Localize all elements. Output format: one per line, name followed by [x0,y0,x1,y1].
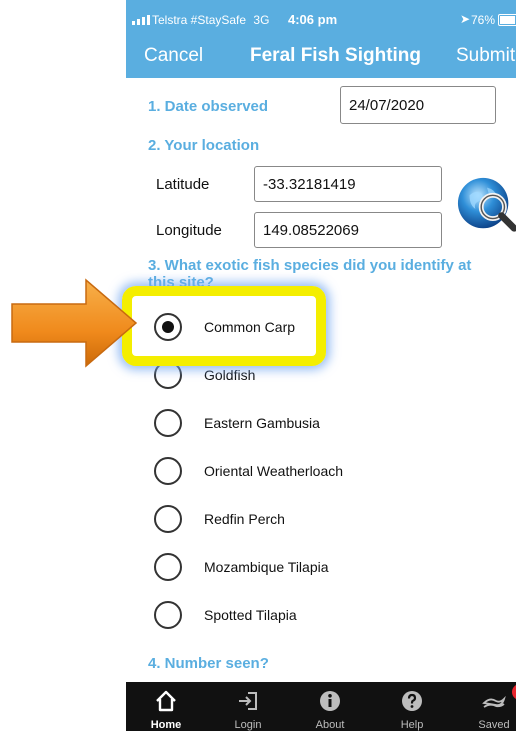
saved-icon [482,695,506,708]
species-option-label: Redfin Perch [204,511,285,527]
globe-search-icon[interactable] [456,174,516,236]
species-option-eastern-gambusia[interactable]: Eastern Gambusia [154,404,414,444]
number-seen-heading: 4. Number seen? [148,655,269,672]
location-section-heading: 2. Your location [148,137,260,154]
pointer-arrow-icon [11,278,138,368]
tab-saved[interactable]: 1 Saved [456,682,516,731]
tab-label: Saved [478,719,510,731]
species-option-label: Mozambique Tilapia [204,559,329,575]
nav-bar: Cancel Feral Fish Sighting Submit [126,34,516,78]
status-time: 4:06 pm [288,12,338,27]
submit-button[interactable]: Submit [456,45,515,67]
tab-label: Home [150,719,182,731]
species-option-label: Spotted Tilapia [204,607,297,623]
longitude-field[interactable] [254,212,442,248]
help-icon [402,691,422,711]
date-section-heading: 1. Date observed [148,98,269,115]
battery-percent: 76% [471,13,496,27]
home-icon [156,690,176,712]
tab-about[interactable]: About [292,682,368,731]
info-icon [320,691,340,711]
date-field[interactable] [340,86,496,124]
radio-unselected[interactable] [154,505,182,533]
species-option-label: Goldfish [204,367,256,383]
signal-icon [132,15,150,25]
page-title: Feral Fish Sighting [250,45,422,66]
location-arrow-icon: ➤ [460,12,471,26]
tab-login[interactable]: Login [210,682,286,731]
species-option-redfin-perch[interactable]: Redfin Perch [154,500,414,540]
highlight-box [122,286,326,366]
tab-label: Login [234,719,262,731]
species-option-label: Eastern Gambusia [204,415,320,431]
tab-label: Help [400,719,424,731]
species-option-mozambique-tilapia[interactable]: Mozambique Tilapia [154,548,414,588]
status-bar: Telstra #StaySafe 3G 4:06 pm ➤ 76% [126,0,516,34]
tab-help[interactable]: Help [374,682,450,731]
login-icon [239,692,257,710]
latitude-field[interactable] [254,166,442,202]
radio-unselected[interactable] [154,409,182,437]
latitude-label: Latitude [156,176,210,193]
tab-home[interactable]: Home [128,682,204,731]
battery-fill [500,16,515,24]
longitude-label: Longitude [156,222,222,239]
radio-unselected[interactable] [154,601,182,629]
radio-unselected[interactable] [154,553,182,581]
network-type: 3G [253,13,270,27]
cancel-button[interactable]: Cancel [144,45,203,67]
carrier-name: Telstra #StaySafe [152,13,247,27]
tab-bar: Home Login About Help Saved [126,682,516,731]
species-option-label: Oriental Weatherloach [204,463,344,479]
species-option-oriental-weatherloach[interactable]: Oriental Weatherloach [154,452,414,492]
tab-label: About [315,719,345,731]
radio-unselected[interactable] [154,457,182,485]
saved-count-badge: 1 [512,684,516,700]
species-option-spotted-tilapia[interactable]: Spotted Tilapia [154,596,414,636]
battery-icon [498,14,516,26]
